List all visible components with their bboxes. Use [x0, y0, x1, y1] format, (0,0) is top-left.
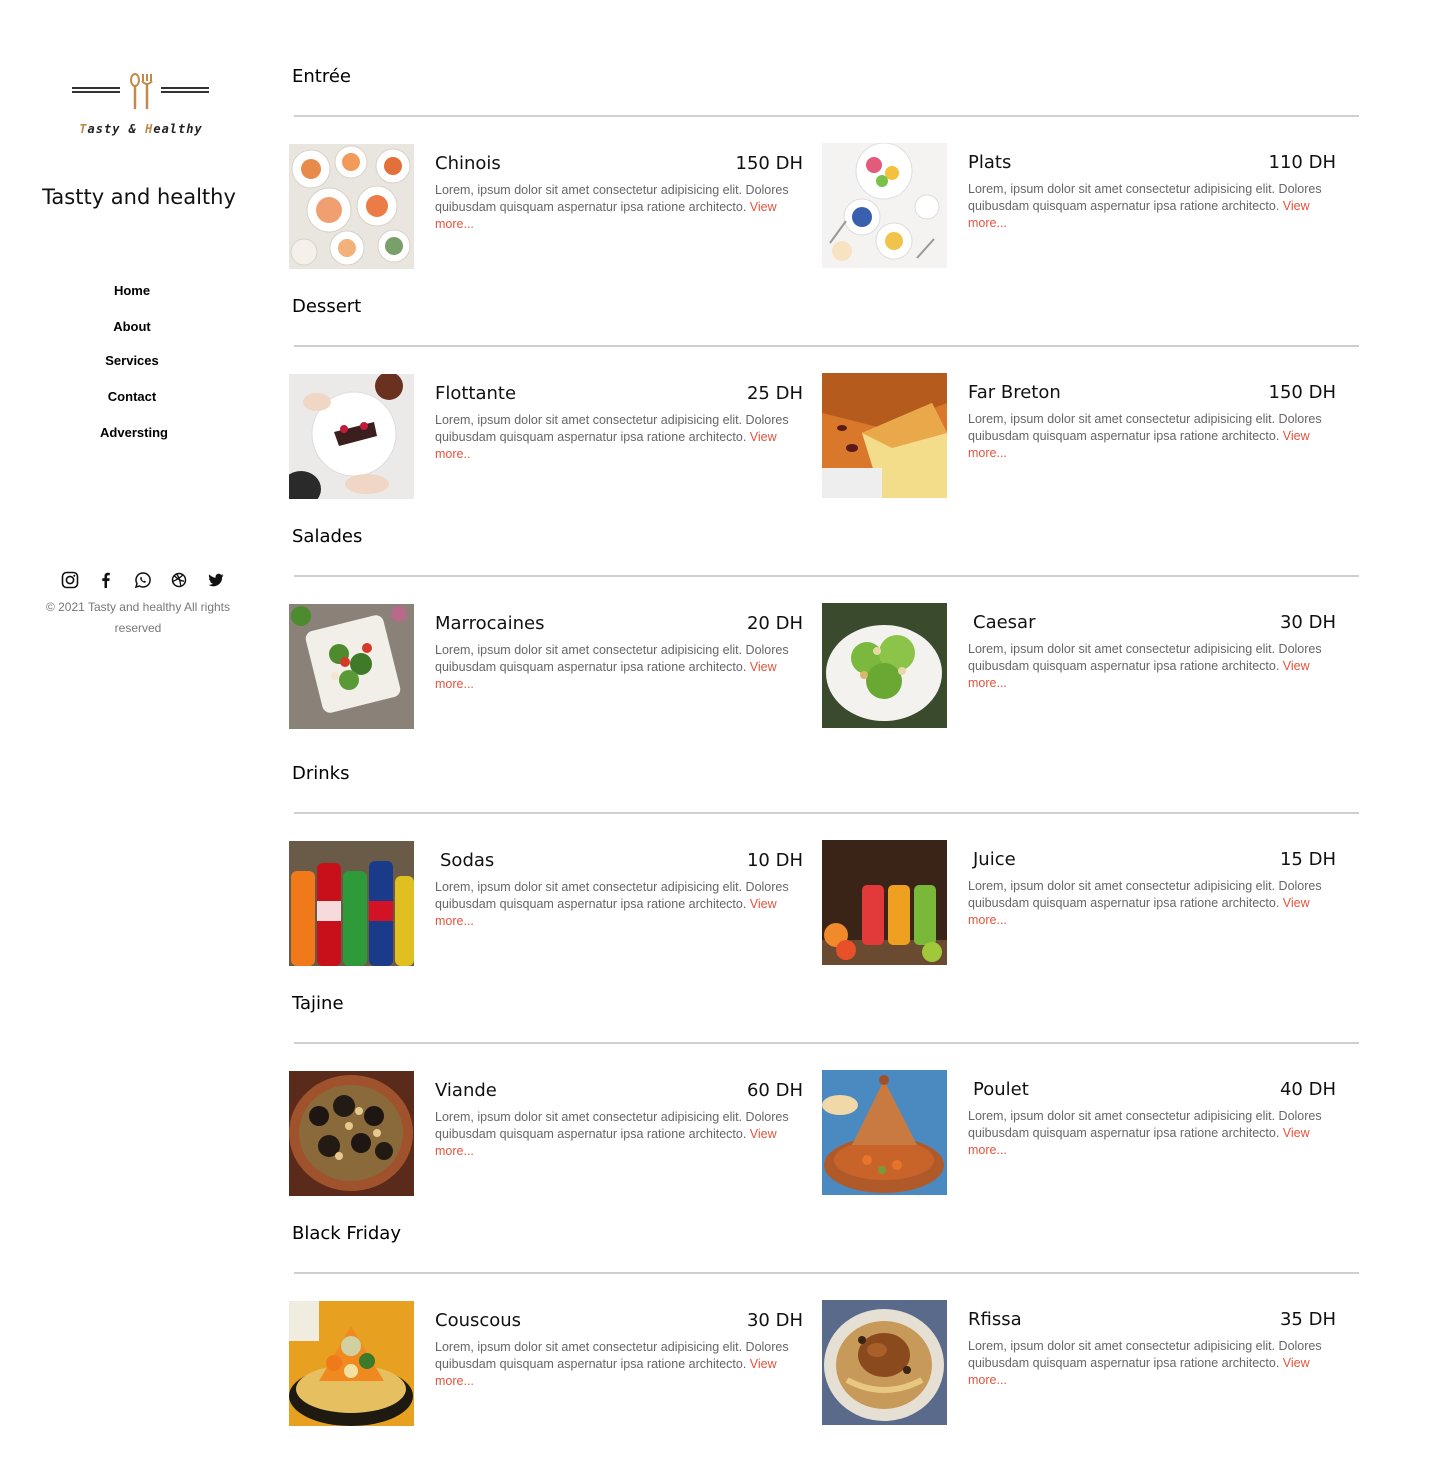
menu-item-viande[interactable]: Viande 60 DH Lorem, ipsum dolor sit amet… — [289, 1071, 809, 1197]
couscous-photo[interactable] — [289, 1301, 414, 1426]
instagram-icon[interactable] — [61, 571, 79, 589]
item-name: Poulet — [973, 1079, 1029, 1100]
section-title-dessert: Dessert — [292, 296, 362, 317]
section-title-entree: Entrée — [292, 66, 351, 87]
item-name: Chinois — [435, 153, 501, 174]
brand-logo[interactable]: Tasty & Healthy — [70, 70, 212, 144]
section-title-drinks: Drinks — [292, 763, 350, 784]
item-price: 150 DH — [735, 153, 803, 174]
section-title-black-friday: Black Friday — [292, 1223, 401, 1244]
item-description: Lorem, ipsum dolor sit amet consectetur … — [968, 1109, 1322, 1157]
section-divider — [294, 812, 1359, 814]
item-name: Plats — [968, 152, 1012, 173]
menu-item-flottante[interactable]: Flottante 25 DH Lorem, ipsum dolor sit a… — [289, 374, 809, 500]
item-price: 60 DH — [746, 1080, 803, 1101]
menu-item-rfissa[interactable]: Rfissa 35 DH Lorem, ipsum dolor sit amet… — [822, 1300, 1342, 1426]
facebook-icon[interactable] — [97, 571, 115, 589]
item-name: Viande — [435, 1080, 497, 1101]
menu-item-sodas[interactable]: Sodas 10 DH Lorem, ipsum dolor sit amet … — [289, 841, 809, 967]
item-name: Caesar — [973, 612, 1036, 633]
section-divider — [294, 575, 1359, 577]
menu-item-juice[interactable]: Juice 15 DH Lorem, ipsum dolor sit amet … — [822, 840, 1342, 966]
item-description: Lorem, ipsum dolor sit amet consectetur … — [435, 1340, 789, 1388]
logo-wordmark: Tasty & Healthy — [79, 122, 203, 136]
fork-spoon-icon — [130, 73, 153, 110]
soda-bottles-photo[interactable] — [289, 841, 414, 966]
juice-bottles-photo[interactable] — [822, 840, 947, 965]
social-links — [61, 571, 239, 589]
item-price: 150 DH — [1268, 382, 1336, 403]
nav-item-home[interactable]: Home — [0, 283, 264, 319]
far-breton-photo[interactable] — [822, 373, 947, 498]
copyright-text: © 2021 Tasty and healthy All rights rese… — [45, 600, 231, 635]
whatsapp-icon[interactable] — [134, 571, 152, 589]
item-name: Far Breton — [968, 382, 1061, 403]
menu-item-poulet[interactable]: Poulet 40 DH Lorem, ipsum dolor sit amet… — [822, 1070, 1342, 1196]
item-price: 110 DH — [1268, 152, 1336, 173]
item-description: Lorem, ipsum dolor sit amet consectetur … — [968, 412, 1322, 460]
dessert-plate-photo[interactable] — [289, 374, 414, 499]
main-nav: Home About Services Contact Adversting — [0, 283, 264, 461]
item-price: 40 DH — [1279, 1079, 1336, 1100]
item-description: Lorem, ipsum dolor sit amet consectetur … — [968, 1339, 1322, 1387]
item-price: 20 DH — [746, 613, 803, 634]
sidebar: Tasty & Healthy Tastty and healthy Home … — [0, 0, 280, 1459]
chicken-tajine-photo[interactable] — [822, 1070, 947, 1195]
item-name: Couscous — [435, 1310, 522, 1331]
item-name: Sodas — [440, 850, 495, 871]
logo-line-left — [72, 87, 120, 93]
section-title-tajine: Tajine — [292, 993, 344, 1014]
item-description: Lorem, ipsum dolor sit amet consectetur … — [435, 1110, 789, 1158]
item-price: 25 DH — [746, 383, 803, 404]
menu-item-caesar[interactable]: Caesar 30 DH Lorem, ipsum dolor sit amet… — [822, 603, 1342, 729]
item-price: 15 DH — [1279, 849, 1336, 870]
item-price: 35 DH — [1279, 1309, 1336, 1330]
site-title: Tastty and healthy — [42, 185, 236, 209]
menu-item-chinois[interactable]: Chinois 150 DH Lorem, ipsum dolor sit am… — [289, 144, 809, 270]
section-divider — [294, 1272, 1359, 1274]
section-divider — [294, 345, 1359, 347]
section-divider — [294, 1042, 1359, 1044]
item-description: Lorem, ipsum dolor sit amet consectetur … — [435, 880, 789, 928]
logo-line-right — [161, 87, 209, 93]
menu-item-couscous[interactable]: Couscous 30 DH Lorem, ipsum dolor sit am… — [289, 1301, 809, 1427]
menu-item-plats[interactable]: Plats 110 DH Lorem, ipsum dolor sit amet… — [822, 143, 1342, 269]
item-description: Lorem, ipsum dolor sit amet consectetur … — [968, 182, 1322, 230]
moroccan-salad-photo[interactable] — [289, 604, 414, 729]
item-name: Marrocaines — [435, 613, 545, 634]
item-name: Rfissa — [968, 1309, 1022, 1330]
menu-item-marrocaines[interactable]: Marrocaines 20 DH Lorem, ipsum dolor sit… — [289, 604, 809, 730]
item-price: 10 DH — [746, 850, 803, 871]
item-description: Lorem, ipsum dolor sit amet consectetur … — [435, 413, 789, 461]
item-description: Lorem, ipsum dolor sit amet consectetur … — [435, 643, 789, 691]
nav-item-adversting[interactable]: Adversting — [0, 425, 264, 461]
dribbble-icon[interactable] — [170, 571, 188, 589]
twitter-icon[interactable] — [207, 571, 225, 589]
nav-item-about[interactable]: About — [0, 319, 264, 353]
item-name: Juice — [973, 849, 1016, 870]
section-divider — [294, 115, 1359, 117]
item-price: 30 DH — [1279, 612, 1336, 633]
rfissa-photo[interactable] — [822, 1300, 947, 1425]
item-price: 30 DH — [746, 1310, 803, 1331]
item-description: Lorem, ipsum dolor sit amet consectetur … — [435, 183, 789, 231]
chinese-dishes-photo[interactable] — [289, 144, 414, 269]
item-description: Lorem, ipsum dolor sit amet consectetur … — [968, 642, 1322, 690]
nav-item-contact[interactable]: Contact — [0, 389, 264, 425]
caesar-salad-photo[interactable] — [822, 603, 947, 728]
section-title-salades: Salades — [292, 526, 363, 547]
menu-item-far-breton[interactable]: Far Breton 150 DH Lorem, ipsum dolor sit… — [822, 373, 1342, 499]
nav-item-services[interactable]: Services — [0, 353, 264, 389]
item-name: Flottante — [435, 383, 517, 404]
item-description: Lorem, ipsum dolor sit amet consectetur … — [968, 879, 1322, 927]
meat-tajine-photo[interactable] — [289, 1071, 414, 1196]
plates-photo[interactable] — [822, 143, 947, 268]
